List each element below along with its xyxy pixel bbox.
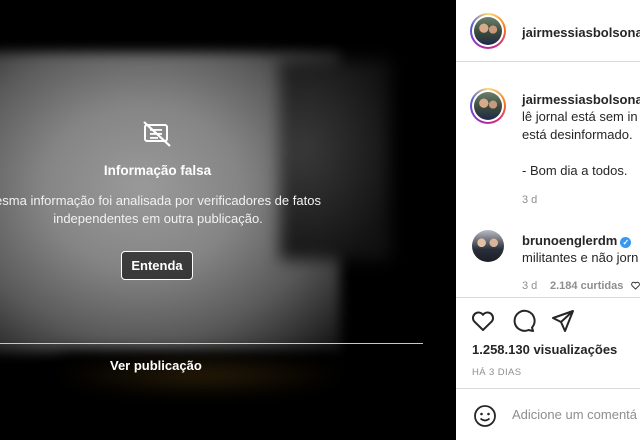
understand-button[interactable]: Entenda <box>121 251 193 280</box>
comment-author-username[interactable]: brunoenglerdm ✓ <box>522 233 632 248</box>
emoji-icon[interactable] <box>472 403 498 429</box>
false-info-description: esma informação foi analisada por verifi… <box>0 192 346 228</box>
caption-text-line: lê jornal está sem in <box>522 109 638 124</box>
caption-text-line: está desinformado. <box>522 127 633 142</box>
author-avatar-image <box>474 17 502 45</box>
comment-likes[interactable]: 2.184 curtidas <box>550 280 623 292</box>
composer-divider <box>456 388 640 389</box>
caption-author-username[interactable]: jairmessiasbolsonar <box>522 92 640 107</box>
post-header: jairmessiasbolsonar <box>456 0 640 62</box>
post-media[interactable]: Informação falsa esma informação foi ana… <box>0 0 456 440</box>
caption-author-avatar-image <box>474 92 502 120</box>
comment-icon[interactable] <box>510 308 536 334</box>
author-avatar[interactable] <box>470 13 506 49</box>
caption-text-line: - Bom dia a todos. <box>522 163 628 178</box>
comment-like-heart-icon[interactable] <box>631 281 640 290</box>
caption-author-avatar[interactable] <box>470 88 506 124</box>
actions-divider <box>456 297 640 298</box>
caption-age[interactable]: 3 d <box>522 194 537 206</box>
blurred-image-side <box>280 60 390 260</box>
comment-input[interactable]: Adicione um comentá <box>512 407 637 422</box>
false-info-description-line: esma informação foi analisada por verifi… <box>0 193 321 208</box>
post-side-panel: jairmessiasbolsonar jairmessiasbolsonar … <box>456 0 640 440</box>
verified-badge-icon: ✓ <box>620 237 632 248</box>
comment-text: militantes e não jorn <box>522 250 639 265</box>
comment-author-name[interactable]: brunoenglerdm <box>522 233 617 248</box>
false-info-title: Informação falsa <box>103 163 212 178</box>
heart-icon[interactable] <box>470 308 496 334</box>
comment-author-avatar[interactable] <box>472 230 504 262</box>
eye-slash-icon <box>143 121 171 147</box>
see-post-button[interactable]: Ver publicação <box>110 358 202 373</box>
share-icon[interactable] <box>550 308 576 334</box>
false-info-description-line: independentes em outra publicação. <box>53 211 263 226</box>
view-count[interactable]: 1.258.130 visualizações <box>472 342 617 357</box>
media-divider <box>0 343 423 344</box>
comment-age[interactable]: 3 d <box>522 280 537 292</box>
author-username[interactable]: jairmessiasbolsonar <box>522 25 640 40</box>
post-date[interactable]: HÁ 3 DIAS <box>472 367 522 378</box>
